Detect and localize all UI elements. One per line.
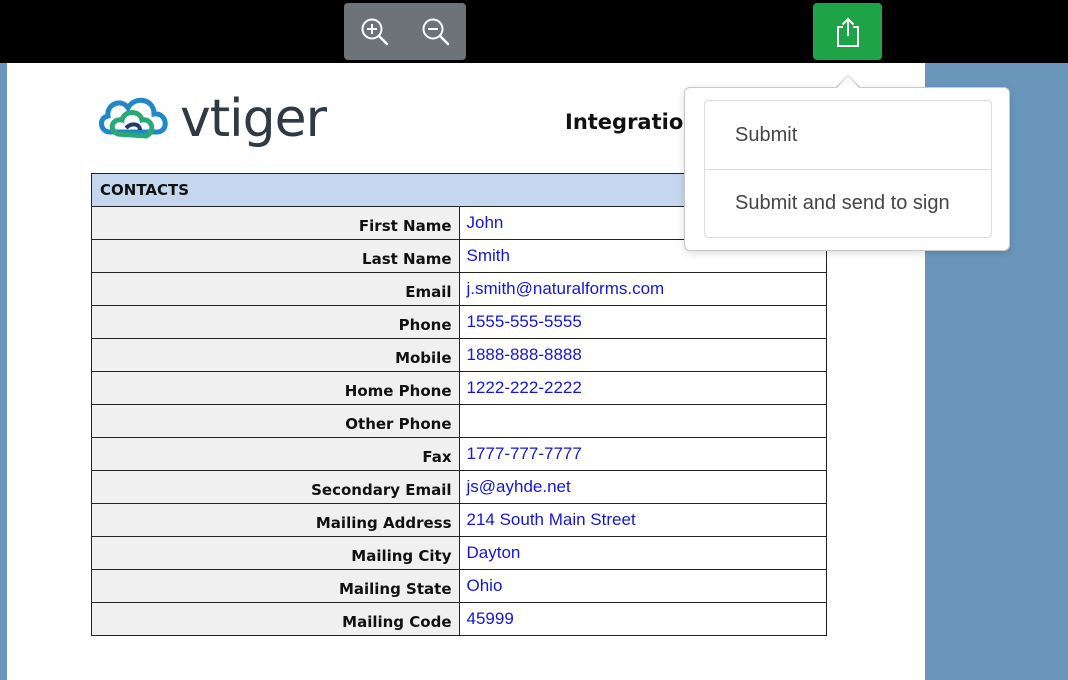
field-label: Mailing Code [91,602,460,636]
field-label: Mailing City [91,536,460,570]
share-button[interactable] [813,3,882,60]
zoom-in-icon [361,18,388,45]
submit-button[interactable]: Submit [705,101,991,169]
field-label: Fax [91,437,460,471]
field-value[interactable]: 1888-888-8888 [458,338,827,372]
field-value[interactable]: 1777-777-7777 [458,437,827,471]
table-row: Fax 1777-777-7777 [91,437,827,471]
field-value[interactable]: Ohio [458,569,827,603]
table-row: Email j.smith@naturalforms.com [91,272,827,306]
field-label: Phone [91,305,460,339]
table-row: Phone 1555-555-5555 [91,305,827,339]
popover-arrow-fill [837,76,859,88]
table-row: Mobile 1888-888-8888 [91,338,827,372]
table-row: Mailing State Ohio [91,569,827,603]
table-row: Home Phone 1222-222-2222 [91,371,827,405]
cloud-logo-icon [99,97,168,139]
document-title: Integratio [565,110,684,134]
share-icon [836,17,859,47]
top-toolbar [0,0,1068,63]
field-label: Mailing State [91,569,460,603]
field-label: Mailing Address [91,503,460,537]
field-label: First Name [91,206,460,240]
field-value[interactable] [458,404,827,438]
field-label: Other Phone [91,404,460,438]
table-row: Mailing Address 214 South Main Street [91,503,827,537]
field-value[interactable]: 1222-222-2222 [458,371,827,405]
field-label: Secondary Email [91,470,460,504]
vtiger-logo: vtiger [96,88,346,150]
field-label: Email [91,272,460,306]
field-label: Home Phone [91,371,460,405]
zoom-controls [344,3,466,60]
field-value[interactable]: Dayton [458,536,827,570]
table-row: Other Phone [91,404,827,438]
zoom-out-icon [422,18,449,45]
logo-text: vtiger [180,89,327,149]
field-value[interactable]: 45999 [458,602,827,636]
field-label: Mobile [91,338,460,372]
contacts-rows: First Name John Last Name Smith Email j.smith… [91,206,827,636]
zoom-out-button[interactable] [405,3,466,60]
field-label: Last Name [91,239,460,273]
table-row: Mailing City Dayton [91,536,827,570]
field-value[interactable]: js@ayhde.net [458,470,827,504]
table-row: Mailing Code 45999 [91,602,827,636]
zoom-in-button[interactable] [344,3,405,60]
field-value[interactable]: 1555-555-5555 [458,305,827,339]
table-row: Secondary Email js@ayhde.net [91,470,827,504]
field-value[interactable]: j.smith@naturalforms.com [458,272,827,306]
submit-and-send-to-sign-button[interactable]: Submit and send to sign [705,169,991,237]
submit-options-list: Submit Submit and send to sign [704,100,992,238]
submit-popover: Submit Submit and send to sign [684,87,1010,251]
field-value[interactable]: 214 South Main Street [458,503,827,537]
